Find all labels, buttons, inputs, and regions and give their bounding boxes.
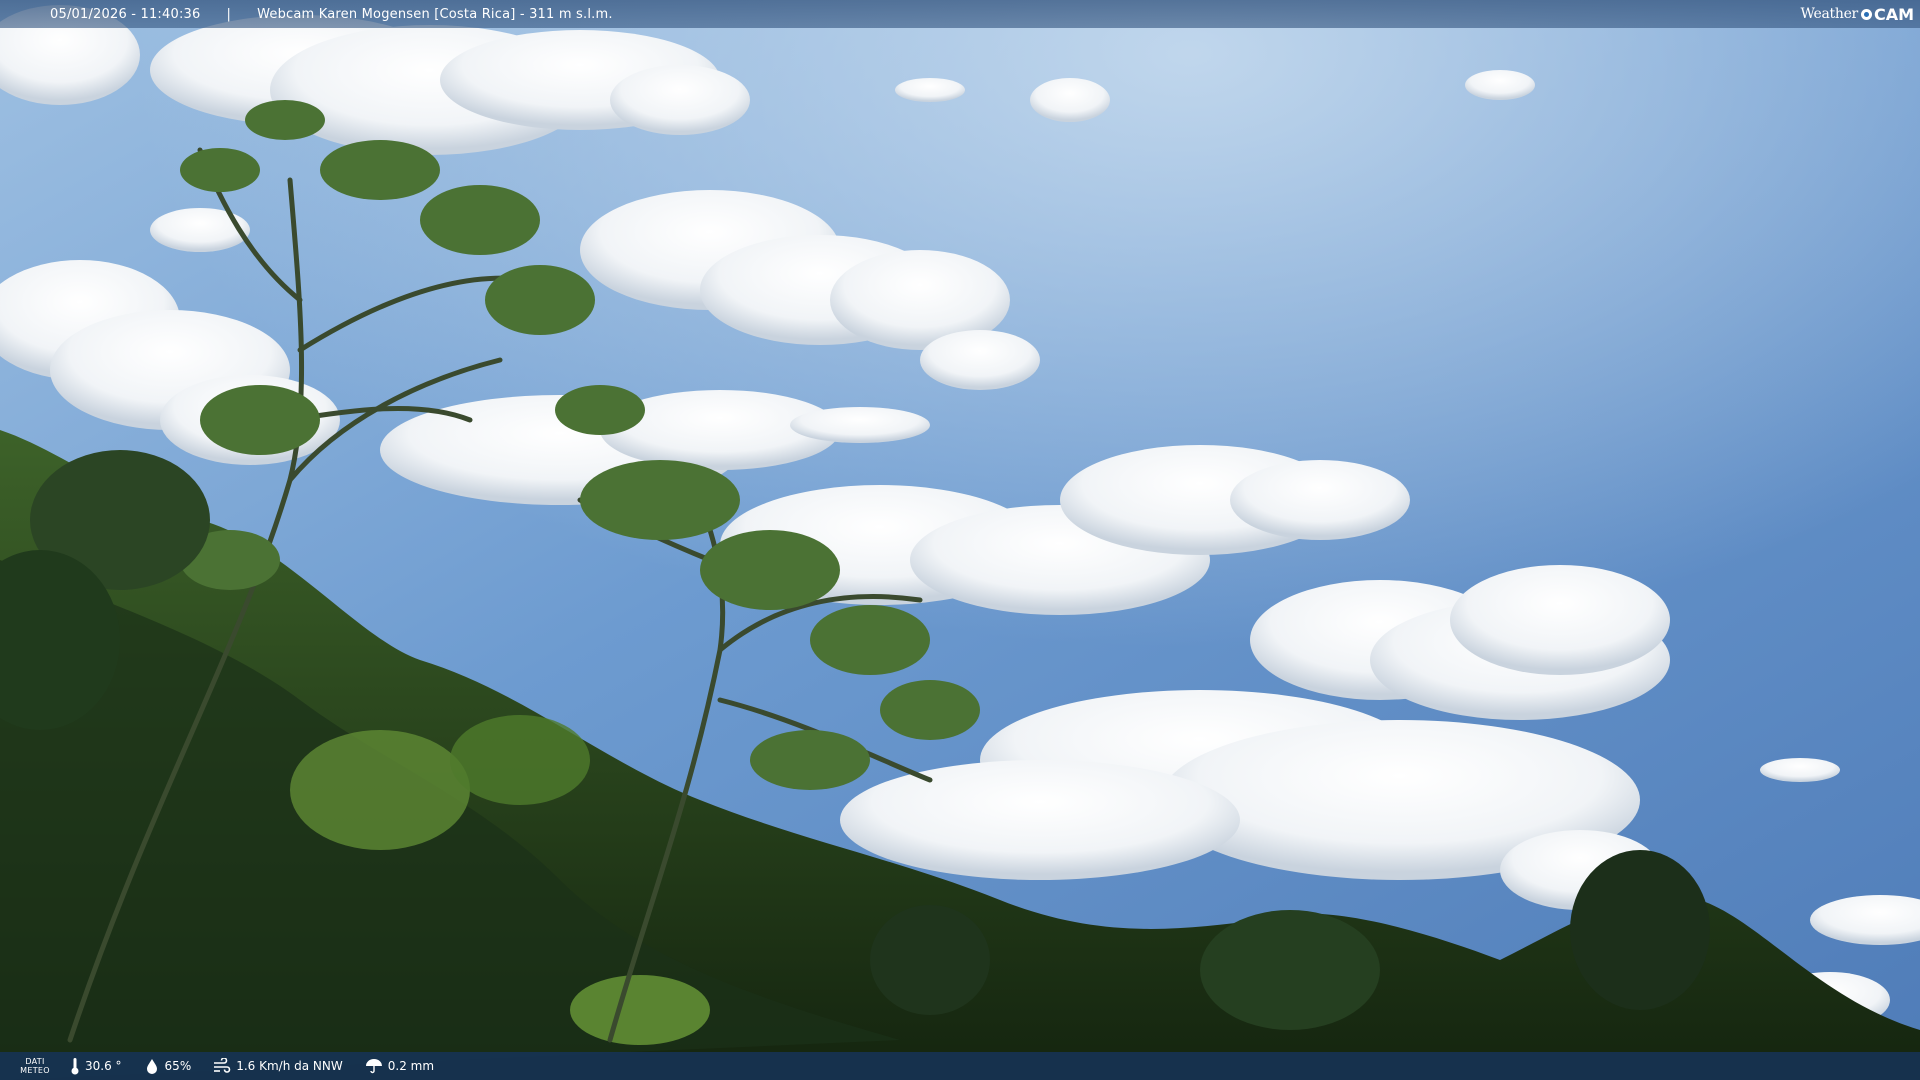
timestamp: 05/01/2026 - 11:40:36: [50, 6, 201, 22]
top-info-bar: 05/01/2026 - 11:40:36 | Webcam Karen Mog…: [0, 0, 1920, 28]
wind-reading: 1.6 Km/h da NNW: [213, 1058, 343, 1074]
meteo-label-line1: DATI: [25, 1057, 45, 1066]
humidity-value: 65%: [164, 1059, 192, 1073]
weathercam-logo: Weather CAM: [1801, 3, 1914, 25]
wind-value: 1.6 Km/h da NNW: [236, 1059, 343, 1073]
temperature-value: 30.6 °: [85, 1059, 122, 1073]
thermometer-icon: [71, 1058, 79, 1075]
meteo-bar: DATI METEO 30.6 ° 65% 1.6 Km/h da NNW 0.…: [0, 1052, 1920, 1080]
rain-reading: 0.2 mm: [365, 1058, 434, 1074]
meteo-label-line2: METEO: [20, 1066, 50, 1075]
logo-cam-text: CAM: [1873, 4, 1914, 24]
separator: |: [226, 6, 232, 22]
logo-circle-icon: [1860, 8, 1872, 20]
meteo-label: DATI METEO: [0, 1057, 70, 1075]
humidity-reading: 65%: [144, 1058, 192, 1074]
webcam-location: Webcam Karen Mogensen [Costa Rica] - 311…: [257, 6, 613, 22]
humidity-drop-icon: [146, 1059, 157, 1074]
webcam-viewport: 05/01/2026 - 11:40:36 | Webcam Karen Mog…: [0, 0, 1920, 1080]
rain-umbrella-icon: [365, 1059, 382, 1074]
rain-value: 0.2 mm: [387, 1059, 435, 1073]
temperature-reading: 30.6 °: [70, 1057, 122, 1075]
webcam-image: [0, 0, 1920, 1080]
wind-icon: [214, 1058, 231, 1073]
logo-weather-text: Weather: [1800, 6, 1859, 22]
